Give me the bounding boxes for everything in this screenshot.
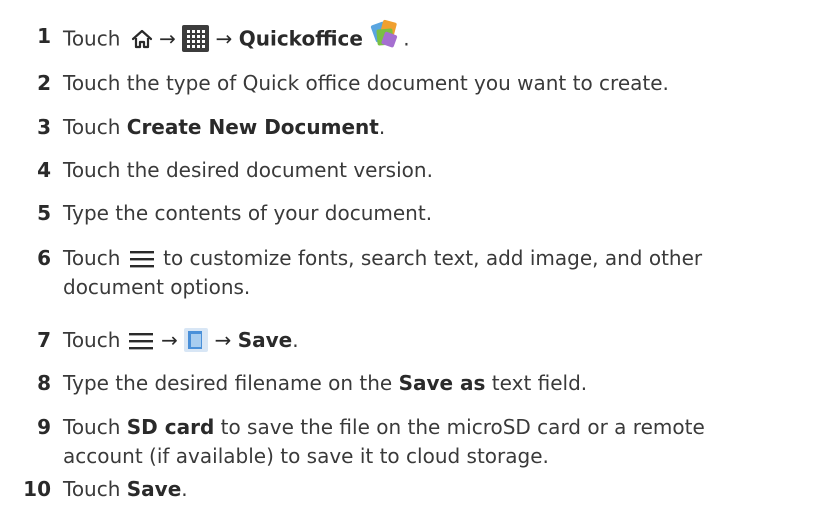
sd-card-label: SD card bbox=[126, 415, 215, 439]
step-text: Touch → → Save. bbox=[63, 327, 839, 354]
arrow: → bbox=[159, 26, 176, 51]
step-text: Touch Save. bbox=[63, 476, 839, 503]
arrow: → bbox=[215, 26, 233, 51]
step-text-start: Type the desired filename on the bbox=[63, 371, 399, 395]
quickoffice-app-icon bbox=[369, 17, 403, 51]
menu-icon bbox=[128, 332, 153, 350]
save-document-icon bbox=[184, 327, 209, 352]
step-number: 6 bbox=[37, 246, 51, 270]
step-text-line-2: account (if available) to save it to clo… bbox=[63, 444, 549, 468]
step-text: Touch → → Quickoffice . bbox=[63, 19, 839, 57]
step-text: Touch SD card to save the file on the mi… bbox=[63, 414, 839, 441]
step-number: 3 bbox=[37, 115, 51, 139]
arrow: → bbox=[161, 328, 178, 352]
step-text: Touch the desired document version. bbox=[63, 158, 433, 182]
save-as-label: Save as bbox=[398, 371, 486, 395]
step-text-touch: Touch bbox=[63, 328, 121, 352]
arrow: → bbox=[214, 328, 232, 352]
step-text-touch: Touch bbox=[63, 115, 127, 139]
step-text-touch: Touch bbox=[63, 246, 121, 270]
step-text-touch: Touch bbox=[63, 477, 127, 501]
step-number: 10 bbox=[23, 477, 51, 501]
period: . bbox=[292, 328, 299, 352]
period: . bbox=[403, 26, 410, 51]
create-new-document-label: Create New Document bbox=[126, 115, 379, 139]
step-number: 4 bbox=[37, 158, 51, 182]
step-number: 5 bbox=[37, 201, 51, 225]
step-text-continued: to save the file on the microSD card or … bbox=[214, 415, 705, 439]
home-icon bbox=[131, 29, 153, 49]
step-text-touch: Touch bbox=[63, 26, 121, 51]
step-text: Touch the type of Quick office document … bbox=[63, 71, 669, 95]
step-number: 1 bbox=[37, 24, 51, 48]
step-number: 7 bbox=[37, 328, 51, 352]
quickoffice-label: Quickoffice bbox=[238, 26, 363, 51]
step-number: 9 bbox=[37, 415, 51, 439]
step-text: Touch Create New Document. bbox=[63, 114, 839, 141]
menu-icon bbox=[129, 250, 154, 268]
step-text-continued: to customize fonts, search text, add ima… bbox=[163, 246, 703, 270]
step-text-line-2: document options. bbox=[63, 275, 251, 299]
step-text-touch: Touch bbox=[63, 415, 127, 439]
period: . bbox=[181, 477, 188, 501]
step-text: Touch to customize fonts, search text, a… bbox=[63, 245, 839, 272]
step-number: 8 bbox=[37, 371, 51, 395]
save-label: Save bbox=[237, 328, 293, 352]
step-number: 2 bbox=[37, 71, 51, 95]
step-text-end: text field. bbox=[485, 371, 588, 395]
step-text: Type the contents of your document. bbox=[63, 201, 433, 225]
step-text: Type the desired filename on the Save as… bbox=[63, 370, 839, 397]
save-label: Save bbox=[126, 477, 182, 501]
period: . bbox=[378, 115, 386, 139]
apps-grid-icon bbox=[182, 24, 210, 52]
